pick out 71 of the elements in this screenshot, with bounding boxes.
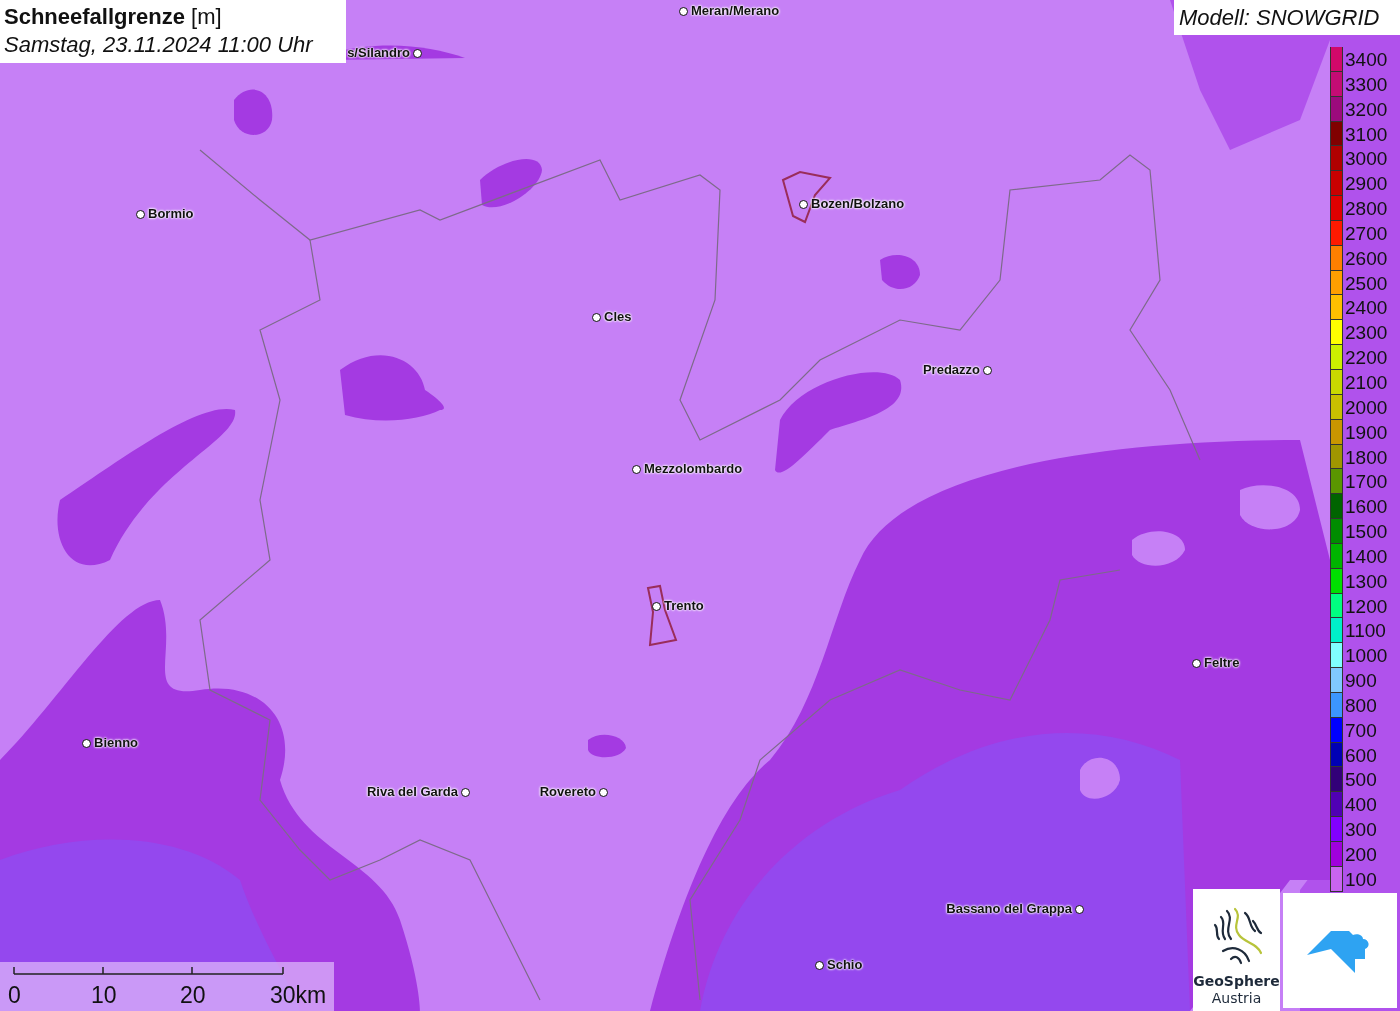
legend-label: 200 <box>1344 843 1377 867</box>
legend-label: 600 <box>1344 743 1377 768</box>
legend-label: 1300 <box>1344 569 1388 594</box>
legend-label: 100 <box>1344 867 1377 892</box>
legend-label: 2700 <box>1344 221 1388 246</box>
legend-label: 1900 <box>1344 420 1388 445</box>
city-marker-icon <box>599 787 608 797</box>
legend-label: 800 <box>1344 693 1377 718</box>
city-marker-icon <box>652 601 661 611</box>
map-title: Schneefallgrenze [m] <box>4 3 223 31</box>
legend-label: 2600 <box>1344 246 1388 271</box>
city-label: Bormio <box>148 206 194 222</box>
city-label: Bienno <box>94 735 139 751</box>
city-marker-icon <box>1192 658 1201 668</box>
legend-label: 2500 <box>1344 271 1388 296</box>
city-label: Riva del Garda <box>366 784 458 800</box>
city-label: Cles <box>604 309 632 325</box>
city-label: Schio <box>827 957 863 973</box>
model-label: Modell: SNOWGRID <box>1174 0 1400 35</box>
scale-label: 10 <box>91 981 117 1009</box>
city-label: Feltre <box>1204 655 1240 671</box>
legend-label: 3200 <box>1344 97 1388 122</box>
city-label: Bassano del Grappa <box>946 901 1072 917</box>
city-marker-icon <box>82 738 91 748</box>
legend-label: 1500 <box>1344 520 1388 544</box>
city-marker-icon <box>632 464 641 474</box>
logo-country: Austria <box>1211 989 1262 1007</box>
city-marker-icon <box>461 787 470 797</box>
legend-label: 1000 <box>1344 644 1388 669</box>
legend-label: 1400 <box>1344 544 1388 569</box>
legend-label: 2300 <box>1344 321 1388 346</box>
city-marker-icon <box>592 312 601 322</box>
legend-label: 3400 <box>1344 48 1388 72</box>
legend-label: 900 <box>1344 669 1377 693</box>
forecast-datetime: Samstag, 23.11.2024 11:00 Uhr <box>4 31 315 59</box>
city-label: Mezzolombardo <box>644 461 743 477</box>
scale-label: 0 <box>8 981 21 1009</box>
legend-label: 2400 <box>1344 296 1388 321</box>
city-label: s/Silandro <box>347 45 410 61</box>
city-marker-icon <box>136 209 145 219</box>
legend-label: 2800 <box>1344 197 1388 221</box>
legend-label: 3100 <box>1344 122 1388 147</box>
city-marker-icon <box>1075 904 1084 914</box>
scale-label: 20 <box>180 981 206 1009</box>
city-label: Meran/Merano <box>691 3 780 19</box>
legend-label: 2200 <box>1344 346 1388 370</box>
legend-label: 1200 <box>1344 594 1388 619</box>
city-label: Rovereto <box>539 784 596 800</box>
legend-label: 500 <box>1344 768 1377 793</box>
legend-label: 2900 <box>1344 172 1388 197</box>
legend-label: 1600 <box>1344 495 1388 520</box>
legend-label: 300 <box>1344 818 1377 842</box>
legend-label: 700 <box>1344 718 1377 743</box>
legend-label: 400 <box>1344 793 1377 818</box>
legend-label: 1700 <box>1344 470 1388 495</box>
city-marker-icon <box>413 48 422 58</box>
scale-label: 30km <box>270 981 327 1009</box>
legend-label: 2100 <box>1344 370 1388 395</box>
legend-label: 3300 <box>1344 72 1388 97</box>
legend-label: 1800 <box>1344 445 1388 470</box>
city-marker-icon <box>815 960 824 970</box>
legend-label: 2000 <box>1344 395 1388 420</box>
city-label: Bozen/Bolzano <box>811 196 905 212</box>
city-marker-icon <box>983 365 992 375</box>
city-label: Predazzo <box>922 362 980 378</box>
city-marker-icon <box>799 199 808 209</box>
city-marker-icon <box>679 6 688 16</box>
logo-name: GeoSphere <box>1193 973 1280 989</box>
city-label: Trento <box>664 598 704 614</box>
legend-label: 3000 <box>1344 147 1388 172</box>
legend-label: 1100 <box>1344 619 1386 644</box>
